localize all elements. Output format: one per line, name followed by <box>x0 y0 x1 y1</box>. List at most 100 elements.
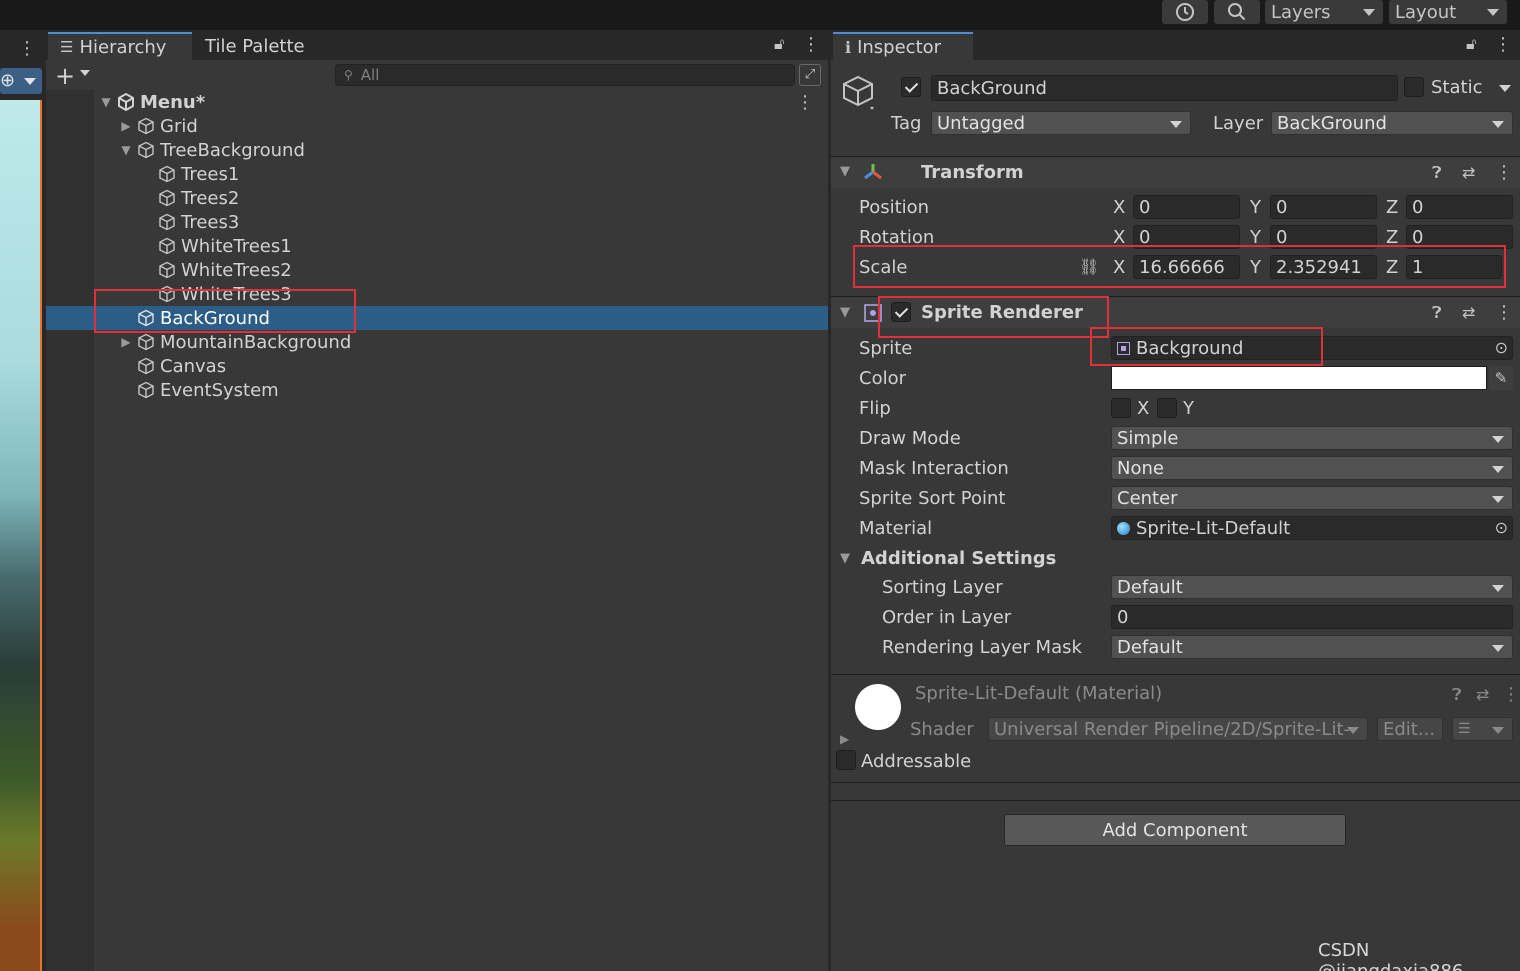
hierarchy-item-canvas[interactable]: Canvas <box>46 354 828 378</box>
color-label: Color <box>859 368 906 389</box>
hierarchy-item-whitetrees1[interactable]: WhiteTrees1 <box>46 234 828 258</box>
material-object-field[interactable]: Sprite-Lit-Default ⊙ <box>1111 516 1513 540</box>
object-name-input[interactable]: BackGround <box>931 75 1398 101</box>
flip-y-label: Y <box>1183 398 1194 419</box>
hierarchy-item-eventsystem[interactable]: EventSystem <box>46 378 828 402</box>
gameobject-icon <box>159 213 175 231</box>
hierarchy-item-whitetrees2[interactable]: WhiteTrees2 <box>46 258 828 282</box>
hierarchy-item-trees2[interactable]: Trees2 <box>46 186 828 210</box>
lock-icon[interactable]: 🔓︎ <box>774 34 784 54</box>
transform-title: Transform <box>921 162 1024 183</box>
hierarchy-item-trees3[interactable]: Trees3 <box>46 210 828 234</box>
lock-icon[interactable]: 🔓︎ <box>1466 34 1476 54</box>
tab-hierarchy[interactable]: ☰ Hierarchy <box>48 32 192 60</box>
mask-interaction-value: None <box>1117 457 1164 479</box>
hierarchy-item-grid[interactable]: ▶ Grid <box>46 114 828 138</box>
gameobject-icon <box>159 261 175 279</box>
order-in-layer-input[interactable]: 0 <box>1111 605 1513 629</box>
position-y-input[interactable]: 0 <box>1270 195 1377 219</box>
rendering-layer-mask-label: Rendering Layer Mask <box>882 637 1082 658</box>
help-icon[interactable]: ❓︎ <box>1432 163 1442 183</box>
shader-edit-button[interactable]: Edit... <box>1377 717 1443 741</box>
axis-y-label[interactable]: Y <box>1250 197 1261 218</box>
additional-settings-label[interactable]: Additional Settings <box>861 548 1056 569</box>
chevron-down-icon[interactable] <box>80 70 90 76</box>
position-x-input[interactable]: 0 <box>1133 195 1240 219</box>
layout-label: Layout <box>1395 1 1457 23</box>
hierarchy-item-trees1[interactable]: Trees1 <box>46 162 828 186</box>
hierarchy-item-label: TreeBackground <box>160 139 305 161</box>
eyedropper-icon[interactable]: ✎ <box>1489 366 1513 390</box>
layers-dropdown[interactable]: Layers <box>1265 0 1383 24</box>
more-options-icon[interactable]: ⋮ <box>1502 684 1520 705</box>
help-icon[interactable]: ❓︎ <box>1432 303 1442 323</box>
layer-dropdown[interactable]: BackGround <box>1271 111 1513 135</box>
position-z-input[interactable]: 0 <box>1406 195 1513 219</box>
object-picker-icon[interactable]: ⊙ <box>1495 518 1508 537</box>
active-checkbox[interactable] <box>901 77 921 97</box>
draw-mode-dropdown[interactable]: Simple <box>1111 426 1513 450</box>
static-dropdown-icon[interactable] <box>1499 85 1511 92</box>
sprite-sort-point-dropdown[interactable]: Center <box>1111 486 1513 510</box>
axis-x-label[interactable]: X <box>1113 197 1125 218</box>
scene-viewport[interactable] <box>0 100 42 971</box>
search-button[interactable] <box>1214 0 1260 24</box>
fold-open-icon[interactable]: ▼ <box>118 143 134 157</box>
fold-open-icon[interactable]: ▼ <box>840 551 850 566</box>
addressable-checkbox[interactable] <box>836 750 856 770</box>
hierarchy-item-label: EventSystem <box>160 379 279 401</box>
hierarchy-item-treebackground[interactable]: ▼ TreeBackground <box>46 138 828 162</box>
tab-inspector[interactable]: ℹ Inspector <box>833 32 973 60</box>
static-checkbox[interactable] <box>1404 77 1424 97</box>
object-picker-icon[interactable]: ⊙ <box>1495 338 1508 357</box>
shader-options-dropdown[interactable]: ☰ <box>1452 717 1513 741</box>
tag-dropdown[interactable]: Untagged <box>931 111 1191 135</box>
fold-closed-icon[interactable]: ▶ <box>118 119 134 133</box>
fold-closed-icon[interactable]: ▶ <box>118 335 134 349</box>
search-placeholder: All <box>360 66 380 84</box>
sorting-layer-dropdown[interactable]: Default <box>1111 575 1513 599</box>
add-icon[interactable]: + <box>55 62 75 90</box>
gameobject-icon <box>159 189 175 207</box>
mask-interaction-dropdown[interactable]: None <box>1111 456 1513 480</box>
chevron-down-icon <box>24 78 36 85</box>
help-icon[interactable]: ❓︎ <box>1452 685 1462 705</box>
fold-open-icon[interactable]: ▼ <box>98 95 114 109</box>
more-options-icon[interactable]: ⋮ <box>1495 162 1513 183</box>
flip-x-checkbox[interactable] <box>1111 398 1131 418</box>
search-input[interactable]: ⚲ All <box>335 64 795 86</box>
shader-dropdown[interactable]: Universal Render Pipeline/2D/Sprite-Lit- <box>988 717 1368 741</box>
presets-icon[interactable]: ⇄ <box>1462 303 1475 322</box>
color-swatch[interactable] <box>1111 366 1487 390</box>
more-options-icon[interactable]: ⋮ <box>1495 302 1513 323</box>
search-icon: ⚲ <box>344 68 353 82</box>
mask-interaction-label: Mask Interaction <box>859 458 1009 479</box>
history-button[interactable] <box>1162 0 1208 24</box>
hierarchy-item-mountainbackground[interactable]: ▶ MountainBackground <box>46 330 828 354</box>
axis-z-label[interactable]: Z <box>1386 197 1398 218</box>
chevron-down-icon <box>1347 727 1359 734</box>
fold-open-icon[interactable]: ▼ <box>840 164 850 179</box>
flip-y-checkbox[interactable] <box>1157 398 1177 418</box>
more-options-icon[interactable]: ⋮ <box>796 92 814 113</box>
hierarchy-root[interactable]: ▼ Menu* ⋮ <box>46 90 828 114</box>
gizmo-toggle[interactable]: ⊕ <box>0 68 42 94</box>
scene-visibility-icon[interactable]: ⤢ <box>799 64 821 86</box>
tab-inspector-label: Inspector <box>857 36 942 58</box>
fold-open-icon[interactable]: ▼ <box>840 305 850 320</box>
highlight-box <box>94 289 356 333</box>
gameobject-icon <box>138 333 154 351</box>
add-component-button[interactable]: Add Component <box>1004 814 1346 846</box>
more-options-icon[interactable]: ⋮ <box>18 38 36 59</box>
more-options-icon[interactable]: ⋮ <box>802 34 820 55</box>
position-x-value: 0 <box>1139 196 1151 218</box>
tab-tile-palette[interactable]: Tile Palette <box>193 32 317 60</box>
more-options-icon[interactable]: ⋮ <box>1494 34 1512 55</box>
draw-mode-value: Simple <box>1117 427 1179 449</box>
presets-icon[interactable]: ⇄ <box>1476 685 1489 704</box>
transform-icon <box>864 164 882 180</box>
layout-dropdown[interactable]: Layout <box>1389 0 1507 24</box>
presets-icon[interactable]: ⇄ <box>1462 163 1475 182</box>
rendering-layer-mask-dropdown[interactable]: Default <box>1111 635 1513 659</box>
fold-closed-icon[interactable]: ▶ <box>840 732 849 746</box>
